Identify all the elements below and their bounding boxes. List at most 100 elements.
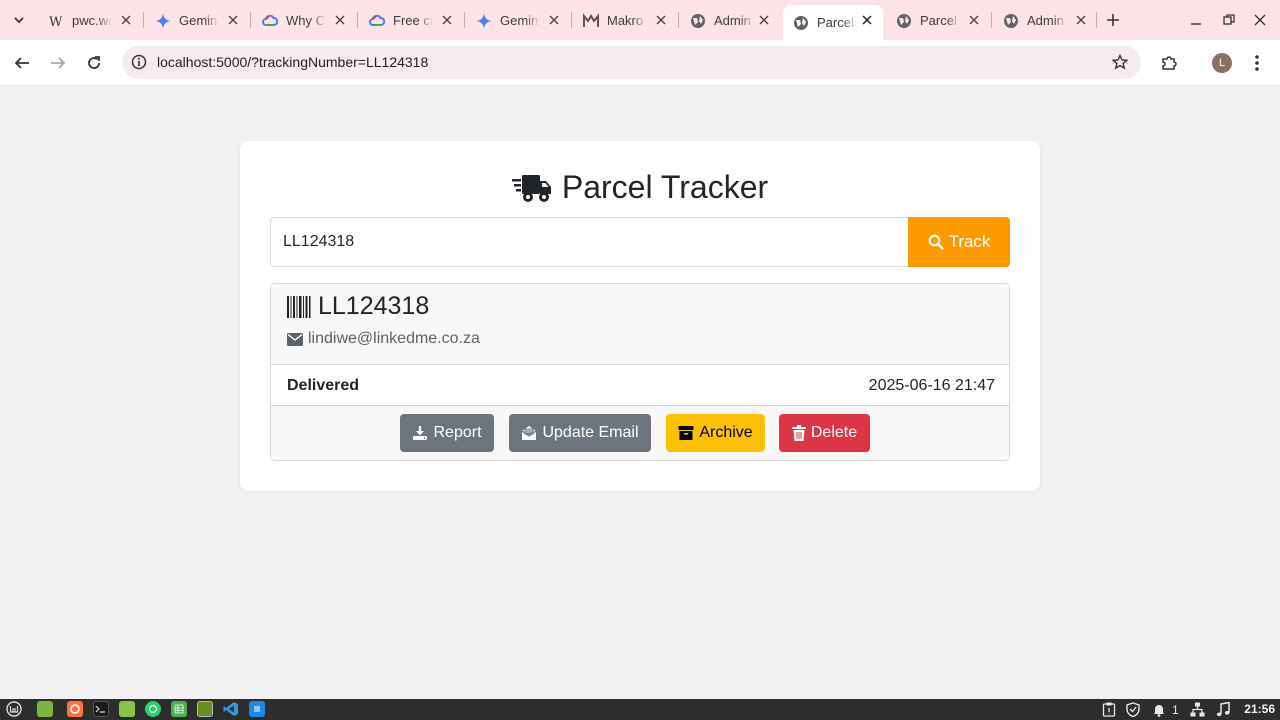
search-icon [928, 234, 944, 250]
envelope-icon [287, 332, 303, 346]
back-arrow-icon[interactable] [10, 51, 34, 75]
music-note-icon[interactable] [1215, 701, 1231, 717]
update-email-button[interactable]: Update Email [509, 414, 651, 452]
start-menu-icon[interactable] [6, 701, 22, 717]
action-bar: Report Update Email Archive Delete [271, 406, 1009, 460]
terminal-icon[interactable] [93, 701, 109, 717]
tab-title: Parcel Tracker [817, 15, 857, 30]
browser-tab[interactable]: Parcel Tracker [886, 5, 990, 36]
tracking-number-heading: LL124318 [287, 292, 429, 321]
recipient-email: lindiwe@linkedme.co.za [287, 330, 480, 348]
browser-tab-active[interactable]: Parcel Tracker [783, 5, 883, 40]
status-timestamp: 2025-06-16 21:47 [868, 377, 995, 394]
tab-divider [1096, 12, 1097, 28]
tracking-number-text: LL124318 [318, 292, 430, 320]
close-icon[interactable] [333, 13, 347, 27]
extensions-puzzle-icon[interactable] [1158, 52, 1180, 74]
vscode-icon[interactable] [223, 701, 239, 717]
parcel-header: LL124318 lindiwe@linkedme.co.za [271, 284, 1009, 365]
address-bar[interactable]: localhost:5000/?trackingNumber=LL124318 [122, 46, 1141, 79]
close-icon[interactable] [654, 13, 668, 27]
tracker-card: Parcel Tracker Track [240, 141, 1040, 491]
firefox-icon[interactable] [67, 701, 83, 717]
browser-tab[interactable]: Admin [680, 5, 780, 36]
spreadsheet-icon[interactable] [171, 701, 187, 717]
close-icon[interactable] [226, 13, 240, 27]
close-icon[interactable] [967, 13, 981, 27]
new-tab-plus-icon[interactable] [1101, 8, 1125, 32]
cloud-icon [369, 13, 385, 29]
globe-icon [793, 15, 809, 31]
page-title: Parcel Tracker [240, 169, 1040, 206]
os-taskbar: 1 21:56 [0, 699, 1280, 720]
globe-icon [1003, 13, 1019, 29]
gemini-icon [155, 12, 171, 29]
files-folder-icon[interactable] [119, 701, 135, 717]
report-label: Report [433, 424, 482, 441]
track-button-label: Track [948, 232, 991, 251]
window-close-icon[interactable] [1250, 10, 1270, 30]
restore-icon[interactable] [1219, 10, 1239, 30]
archive-label: Archive [699, 424, 753, 441]
whatsapp-icon[interactable] [145, 701, 161, 717]
profile-avatar[interactable]: L [1212, 53, 1232, 73]
browser-tab[interactable]: Gemini [466, 5, 570, 36]
menu-kebab-icon[interactable] [1246, 52, 1268, 74]
status-text: Delivered [287, 377, 360, 394]
tab-title: Admin [1027, 13, 1064, 28]
cloud-icon [262, 13, 278, 29]
tab-title: Parcel Tracker [920, 13, 960, 28]
status-row: Delivered 2025-06-16 21:47 [271, 365, 1009, 406]
close-icon[interactable] [440, 13, 454, 27]
bookmark-star-icon[interactable] [1111, 53, 1129, 71]
tab-title: Makro [607, 13, 644, 28]
close-icon[interactable] [547, 13, 561, 27]
browser-tab[interactable]: Free credits [359, 5, 463, 36]
report-button[interactable]: Report [400, 414, 494, 452]
close-icon[interactable] [860, 13, 874, 27]
delete-button[interactable]: Delete [779, 414, 870, 452]
archive-box-icon [678, 426, 694, 440]
reload-icon[interactable] [82, 51, 106, 75]
archive-button[interactable]: Archive [666, 414, 765, 452]
tab-divider [143, 12, 144, 28]
browser-tab[interactable]: Gemini [145, 5, 249, 36]
site-info-icon[interactable] [130, 53, 148, 71]
browser-tab[interactable]: Admin [993, 5, 1097, 36]
track-button[interactable]: Track [908, 217, 1010, 267]
tab-title: Gemini [500, 13, 540, 28]
forward-arrow-icon[interactable] [46, 51, 70, 75]
document-viewer-icon[interactable] [249, 701, 265, 717]
show-desktop-icon[interactable] [37, 701, 53, 717]
close-icon[interactable] [757, 13, 771, 27]
wikipedia-icon: W [48, 13, 64, 29]
minimize-icon[interactable] [1186, 10, 1206, 30]
tab-title: Why Cloud Run [286, 13, 326, 28]
delete-label: Delete [810, 424, 858, 441]
download-icon [413, 426, 428, 440]
close-icon[interactable] [1074, 13, 1088, 27]
shield-icon[interactable] [1125, 701, 1141, 717]
clipboard-icon[interactable] [1101, 701, 1117, 717]
search-row: Track [270, 217, 1010, 267]
tab-divider [357, 12, 358, 28]
email-text: lindiwe@linkedme.co.za [308, 330, 480, 347]
browser-tab[interactable]: W pwc.wd3.myworkdayjobs.com [38, 5, 142, 36]
gemini-icon [476, 12, 492, 29]
svg-text:W: W [49, 15, 63, 29]
browser-tab[interactable]: Why Cloud Run [252, 5, 356, 36]
url-text[interactable]: localhost:5000/?trackingNumber=LL124318 [157, 54, 428, 70]
browser-tab-strip: W pwc.wd3.myworkdayjobs.com Gemini Why C… [0, 0, 1280, 40]
browser-tab[interactable]: Makro [573, 5, 677, 36]
notifications-tray[interactable]: 1 [1152, 702, 1179, 717]
network-icon[interactable] [1189, 701, 1205, 717]
update-email-label: Update Email [542, 424, 639, 441]
text-editor-icon[interactable] [197, 701, 213, 717]
tab-search-chevron-icon[interactable] [6, 7, 32, 33]
browser-toolbar: localhost:5000/?trackingNumber=LL124318 … [0, 40, 1280, 86]
tracking-number-input[interactable] [270, 217, 909, 267]
bell-icon [1154, 704, 1164, 717]
close-icon[interactable] [119, 13, 133, 27]
tab-divider [250, 12, 251, 28]
app-title-text: Parcel Tracker [561, 169, 769, 205]
